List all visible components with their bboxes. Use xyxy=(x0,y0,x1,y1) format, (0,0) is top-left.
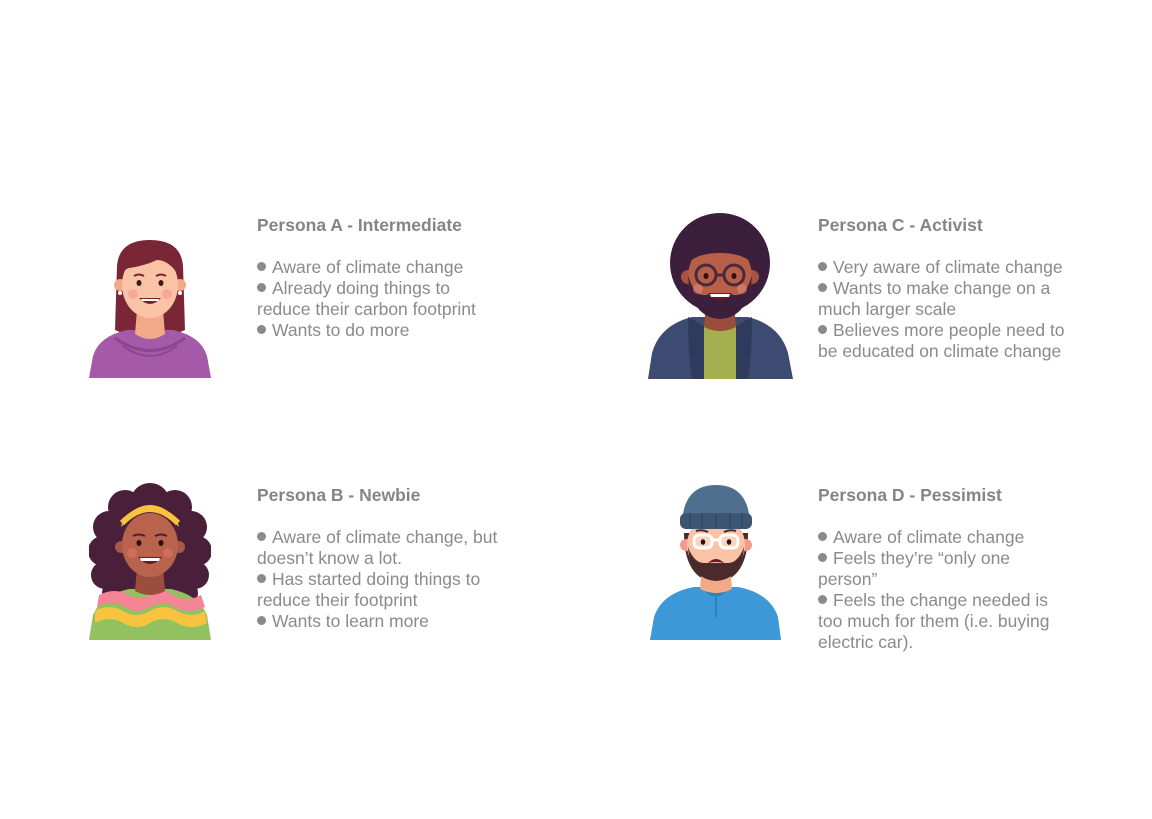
bullet-icon xyxy=(257,574,266,583)
bullet-icon xyxy=(257,262,266,271)
persona-d-bullets: Aware of climate change Feels they’re “o… xyxy=(818,527,1068,653)
persona-a-bullets: Aware of climate change Already doing th… xyxy=(257,257,507,341)
bullet-icon xyxy=(818,262,827,271)
persona-c-bullets: Very aware of climate change Wants to ma… xyxy=(818,257,1068,362)
persona-a-card: Persona A - Intermediate Aware of climat… xyxy=(257,215,507,341)
list-item: Wants to make change on a much larger sc… xyxy=(818,278,1051,319)
list-item: Feels the change needed is too much for … xyxy=(818,590,1050,652)
persona-c-card: Persona C - Activist Very aware of clima… xyxy=(818,215,1068,362)
list-item: Already doing things to reduce their car… xyxy=(257,278,476,319)
bullet-icon xyxy=(818,553,827,562)
list-item: Feels they’re “only one person” xyxy=(818,548,1011,589)
persona-b-avatar xyxy=(89,483,211,640)
persona-d-avatar xyxy=(650,485,781,640)
bullet-icon xyxy=(818,283,827,292)
persona-d-card: Persona D - Pessimist Aware of climate c… xyxy=(818,485,1068,653)
list-item: Very aware of climate change xyxy=(818,257,1068,278)
list-item: Wants to learn more xyxy=(257,611,502,632)
persona-b-title: Persona B - Newbie xyxy=(257,485,421,505)
persona-a-avatar xyxy=(89,240,211,378)
bullet-icon xyxy=(818,595,827,604)
persona-c-title: Persona C - Activist xyxy=(818,215,983,235)
persona-b-card: Persona B - Newbie Aware of climate chan… xyxy=(257,485,502,632)
list-item: Aware of climate change xyxy=(818,527,1068,548)
list-item: Has started doing things to reduce their… xyxy=(257,569,481,610)
bullet-icon xyxy=(818,532,827,541)
list-item: Aware of climate change xyxy=(257,257,507,278)
list-item: Aware of climate change, but doesn’t kno… xyxy=(257,527,498,568)
persona-c-avatar xyxy=(648,213,793,379)
bullet-icon xyxy=(257,283,266,292)
bullet-icon xyxy=(257,532,266,541)
persona-a-title: Persona A - Intermediate xyxy=(257,215,462,235)
list-item: Believes more people need to be educated… xyxy=(818,320,1065,361)
persona-d-title: Persona D - Pessimist xyxy=(818,485,1002,505)
list-item: Wants to do more xyxy=(257,320,507,341)
bullet-icon xyxy=(257,616,266,625)
bullet-icon xyxy=(257,325,266,334)
persona-b-bullets: Aware of climate change, but doesn’t kno… xyxy=(257,527,502,632)
bullet-icon xyxy=(818,325,827,334)
